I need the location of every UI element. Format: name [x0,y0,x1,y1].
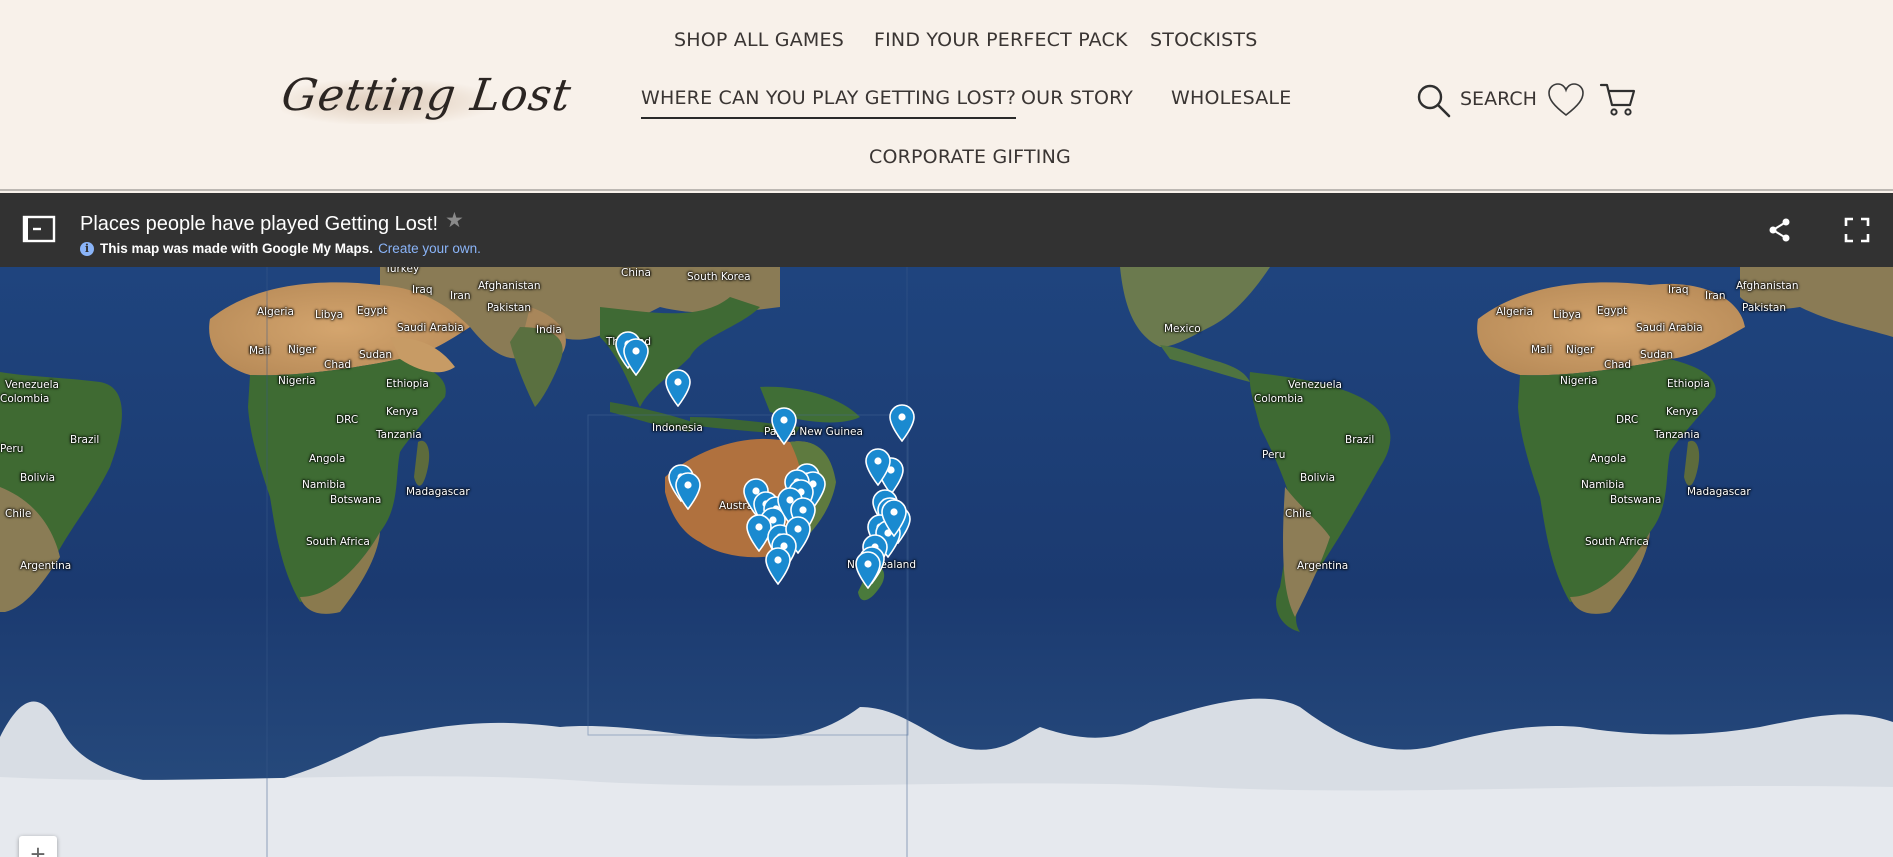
nav-our-story[interactable]: OUR STORY [1021,86,1133,110]
heart-icon [1548,83,1584,117]
nav-find-your-perfect-pack[interactable]: FIND YOUR PERFECT PACK [874,28,1128,52]
fullscreen-icon [1844,217,1870,243]
info-icon: i [80,241,94,256]
fullscreen-button[interactable] [1842,215,1872,245]
map-pin-icon[interactable] [888,404,916,443]
share-icon [1769,218,1790,242]
map-attribution: i This map was made with Google My Maps.… [80,241,481,256]
map-title: Places people have played Getting Lost! [80,213,439,235]
search-button[interactable]: SEARCH [1416,80,1537,120]
map-pin-icon[interactable] [674,472,702,511]
map-pin-icon[interactable] [764,547,792,586]
nav-where-can-you-play[interactable]: WHERE CAN YOU PLAY GETTING LOST? [641,86,1017,119]
nav-wholesale[interactable]: WHOLESALE [1171,86,1291,110]
site-logo[interactable]: Getting Lost [272,60,575,140]
map-pin-icon[interactable] [664,369,692,408]
map-pin-icon[interactable] [880,499,908,538]
panel-toggle-button[interactable] [22,214,56,244]
cart-button[interactable] [1599,80,1637,118]
search-label: SEARCH [1460,88,1537,110]
my-maps-toolbar: Places people have played Getting Lost! … [0,193,1893,267]
map-pin-icon[interactable] [864,448,892,487]
zoom-in-button[interactable]: + [19,836,57,857]
star-icon[interactable]: ★ [445,208,464,233]
satellite-map [0,267,1893,857]
map-pin-icon[interactable] [854,551,882,590]
share-button[interactable] [1766,216,1794,244]
wishlist-button[interactable] [1547,82,1585,118]
map-pin-icon[interactable] [770,407,798,446]
map-pin-icon[interactable] [622,338,650,377]
nav-stockists[interactable]: STOCKISTS [1150,28,1257,52]
logo-text: Getting Lost [278,70,575,121]
map-canvas[interactable]: Turkey Iraq Iran Afghanistan China South… [0,267,1893,857]
search-icon [1417,84,1451,118]
attribution-text: This map was made with Google My Maps. [100,241,374,256]
nav-corporate-gifting[interactable]: CORPORATE GIFTING [869,145,1071,169]
cart-icon [1599,83,1636,116]
nav-shop-all-games[interactable]: SHOP ALL GAMES [674,28,844,52]
create-your-own-link[interactable]: Create your own. [378,241,481,256]
panel-toggle-icon [22,215,56,243]
site-header: Getting Lost SHOP ALL GAMES FIND YOUR PE… [0,0,1893,191]
